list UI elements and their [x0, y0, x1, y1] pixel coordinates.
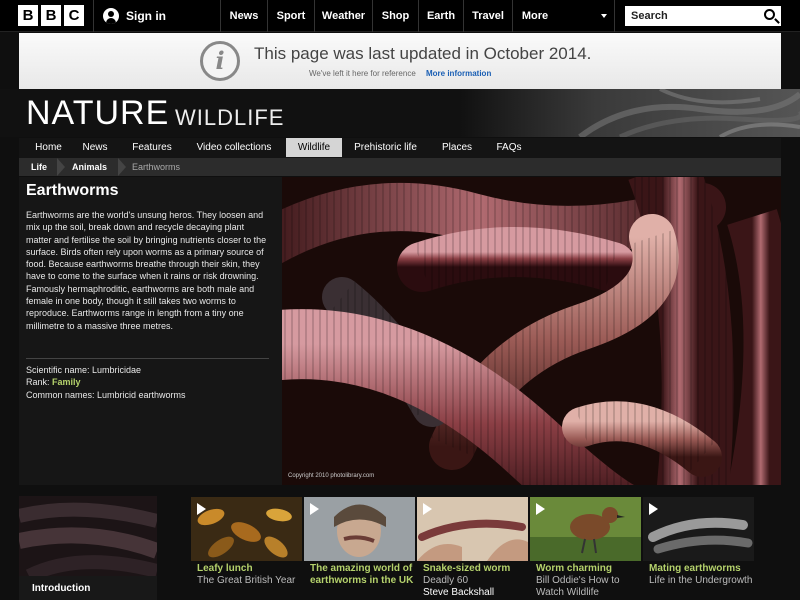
hero-decoration-image — [460, 89, 800, 137]
tab-wildlife[interactable]: Wildlife — [286, 138, 342, 157]
banner-title: This page was last updated in October 20… — [254, 44, 592, 63]
video-card[interactable]: Snake-sized worm Deadly 60 Steve Backsha… — [417, 497, 528, 600]
search-icon[interactable] — [764, 9, 775, 20]
play-icon — [197, 503, 206, 515]
scientific-name: Scientific name: Lumbricidae — [26, 365, 142, 375]
logo-letter: B — [18, 5, 38, 26]
nav-earth[interactable]: Earth — [419, 0, 463, 32]
breadcrumb-current: Earthworms — [132, 162, 181, 172]
video-thumbnail — [191, 497, 302, 561]
tab-home[interactable]: Home — [23, 138, 74, 157]
common-names: Common names: Lumbricid earthworms — [26, 390, 186, 400]
info-icon: i — [200, 41, 240, 81]
rank-label: Rank: — [26, 377, 53, 387]
earthworms-photo: Copyright 2010 photolibrary.com — [282, 177, 781, 485]
nav-more[interactable]: More — [513, 0, 557, 32]
global-header: B B C Sign in News Sport Weather Shop Ea… — [0, 0, 800, 32]
video-subtitle: Deadly 60 — [423, 575, 469, 586]
video-card[interactable]: Leafy lunch The Great British Year — [191, 497, 302, 600]
video-card[interactable]: Worm charming Bill Oddie's How to Watch … — [530, 497, 641, 600]
more-information-link[interactable]: More information — [426, 69, 491, 78]
play-icon — [423, 503, 432, 515]
sign-in-button[interactable]: Sign in — [94, 0, 219, 32]
archive-banner: i This page was last updated in October … — [19, 33, 781, 89]
nav-news[interactable]: News — [221, 0, 267, 32]
rank: Rank: Family — [26, 377, 81, 387]
play-icon — [536, 503, 545, 515]
tab-prehistoric-life[interactable]: Prehistoric life — [348, 138, 423, 157]
hero-subtitle: WILDLIFE — [175, 105, 285, 130]
nav-weather[interactable]: Weather — [315, 0, 372, 32]
video-title: Worm charming — [536, 563, 612, 574]
introduction-card[interactable]: Introduction — [19, 496, 157, 600]
leaves-thumbnail — [191, 497, 302, 561]
video-thumbnail — [643, 497, 754, 561]
bbc-logo[interactable]: B B C — [18, 5, 84, 26]
nav-sport[interactable]: Sport — [268, 0, 314, 32]
divider — [26, 358, 269, 359]
section-hero: NATURE WILDLIFE — [0, 89, 800, 137]
chevron-right-icon — [57, 158, 65, 176]
video-thumbnail — [417, 497, 528, 561]
chevron-down-icon[interactable] — [601, 14, 607, 18]
video-title: Leafy lunch — [197, 563, 253, 574]
breadcrumb-animals[interactable]: Animals — [72, 158, 107, 176]
play-icon — [649, 503, 658, 515]
video-subtitle: The Great British Year — [197, 575, 296, 586]
description: Earthworms are the world's unsung heros.… — [26, 210, 267, 331]
search-box — [625, 6, 781, 26]
rank-family-link[interactable]: Family — [52, 377, 81, 387]
banner-subtitle: We've left it here for reference — [309, 69, 416, 78]
tab-faqs[interactable]: FAQs — [488, 138, 530, 157]
video-title: The amazing world of earthworms in the U… — [310, 563, 414, 586]
page-title: Earthworms — [26, 182, 119, 199]
tab-news[interactable]: News — [74, 138, 116, 157]
video-subtitle: Bill Oddie's How to Watch Wildlife — [536, 575, 620, 598]
sign-in-label: Sign in — [126, 9, 166, 23]
user-icon — [103, 8, 119, 24]
search-input[interactable] — [625, 6, 755, 26]
video-title: Snake-sized worm — [423, 563, 511, 574]
video-thumbnail — [530, 497, 641, 561]
divider — [614, 0, 615, 32]
video-subtitle: Life in the Undergrowth — [649, 575, 753, 586]
bird-thumbnail — [530, 497, 641, 561]
main-content: Earthworms Earthworms are the world's un… — [19, 177, 781, 485]
logo-letter: C — [64, 5, 84, 26]
introduction-label: Introduction — [32, 583, 91, 594]
video-title: Mating earthworms — [649, 563, 741, 574]
video-presenter: Steve Backshall — [423, 587, 495, 598]
nav-travel[interactable]: Travel — [464, 0, 512, 32]
hero-title: NATURE — [26, 94, 170, 132]
video-card[interactable]: Mating earthworms Life in the Undergrowt… — [643, 497, 754, 600]
logo-letter: B — [41, 5, 61, 26]
tab-places[interactable]: Places — [434, 138, 480, 157]
photo-copyright: Copyright 2010 photolibrary.com — [288, 473, 375, 479]
introduction-thumbnail — [19, 496, 157, 583]
video-thumbnail — [304, 497, 415, 561]
worm-in-hands-thumbnail — [417, 497, 528, 561]
nav-shop[interactable]: Shop — [373, 0, 418, 32]
chevron-right-icon — [118, 158, 126, 176]
tab-features[interactable]: Features — [122, 138, 182, 157]
section-nav: Home News Features Video collections Wil… — [19, 138, 781, 158]
page: B B C Sign in News Sport Weather Shop Ea… — [0, 0, 800, 600]
video-card[interactable]: The amazing world of earthworms in the U… — [304, 497, 415, 600]
breadcrumb: Life Animals Earthworms — [19, 158, 781, 176]
presenter-thumbnail — [304, 497, 415, 561]
breadcrumb-life[interactable]: Life — [31, 158, 47, 176]
earthworms-illustration — [282, 177, 781, 485]
mating-worms-thumbnail — [643, 497, 754, 561]
play-icon — [310, 503, 319, 515]
tab-video-collections[interactable]: Video collections — [189, 138, 279, 157]
